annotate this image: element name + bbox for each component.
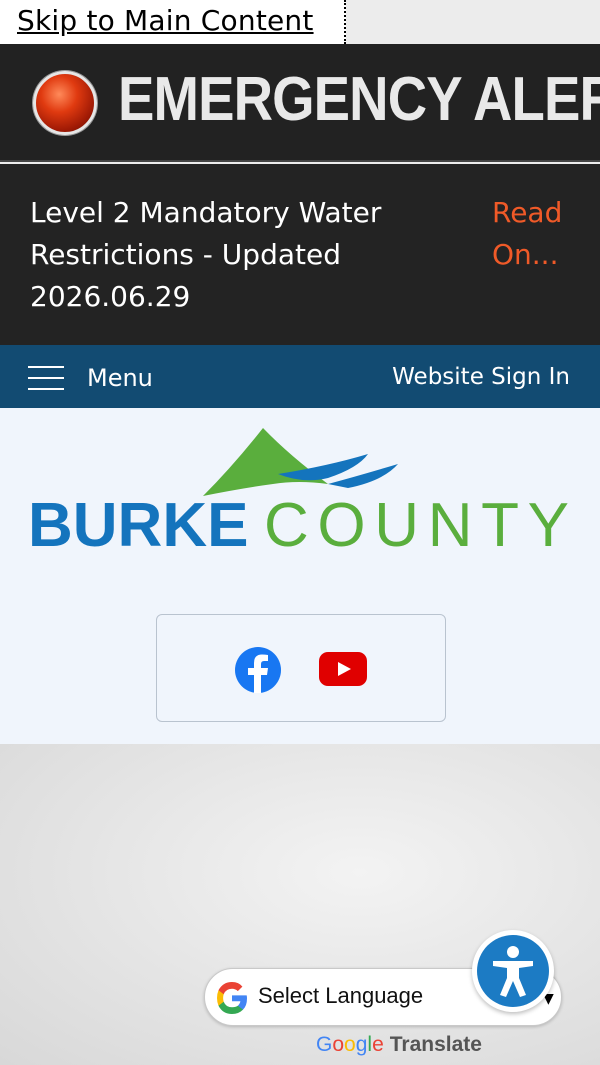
logo-county-text: COUNTY xyxy=(264,491,569,556)
menu-button-label[interactable]: Menu xyxy=(87,364,153,392)
top-navbar: Menu Website Sign In xyxy=(0,345,600,408)
website-sign-in-link[interactable]: Website Sign In xyxy=(392,364,570,390)
emergency-alert-message[interactable]: Level 2 Mandatory Water Restrictions - U… xyxy=(30,192,450,318)
translate-word: Translate xyxy=(389,1033,482,1056)
skip-link-container: Skip to Main Content xyxy=(0,0,346,44)
youtube-icon[interactable] xyxy=(319,652,367,686)
skip-to-main-content-link[interactable]: Skip to Main Content xyxy=(17,4,314,37)
accessibility-button[interactable] xyxy=(472,930,554,1012)
powered-by-google-translate: Google Translate xyxy=(316,1033,482,1056)
emergency-alert-header: EMERGENCY ALERT xyxy=(0,44,600,162)
social-links-box xyxy=(156,614,446,722)
logo-burke-text: BURKE xyxy=(28,491,248,556)
hamburger-menu-icon[interactable] xyxy=(28,366,64,390)
site-header: BURKE COUNTY xyxy=(0,408,600,744)
accessibility-icon xyxy=(493,946,533,997)
select-language-label: Select Language xyxy=(258,983,424,1008)
read-on-link[interactable]: Read On... xyxy=(492,192,582,276)
burke-county-logo[interactable]: BURKE COUNTY xyxy=(28,426,573,556)
emergency-alert-title: EMERGENCY ALERT xyxy=(118,65,600,134)
emergency-alert-body: Level 2 Mandatory Water Restrictions - U… xyxy=(0,164,600,345)
facebook-icon[interactable] xyxy=(235,647,281,693)
google-g-icon xyxy=(217,982,247,1014)
alert-light-icon xyxy=(33,71,97,135)
logo-mountain-icon xyxy=(203,428,328,496)
